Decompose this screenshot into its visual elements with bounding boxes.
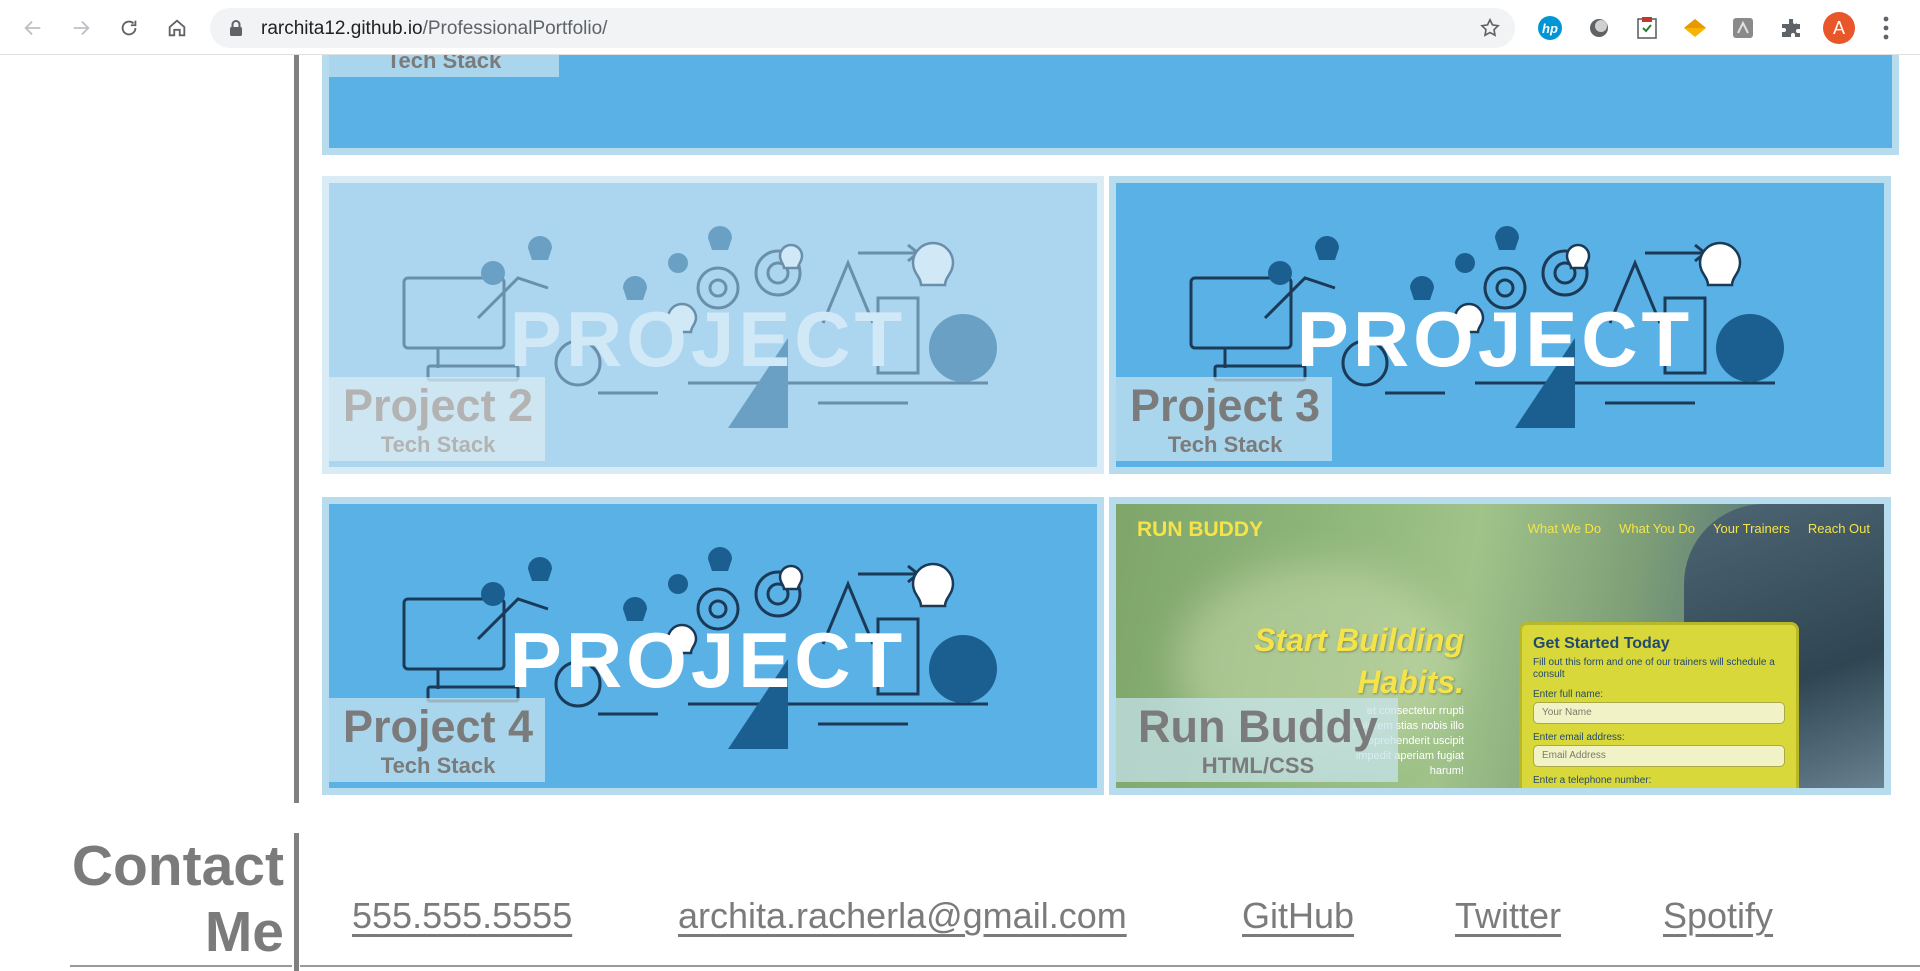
- reload-button[interactable]: [114, 13, 144, 43]
- run-buddy-brand: RUN BUDDY: [1137, 518, 1263, 541]
- project-tech-stack: Tech Stack: [1167, 432, 1283, 457]
- run-buddy-nav-item: What We Do: [1527, 521, 1602, 536]
- project-tile-run-buddy[interactable]: RUN BUDDY What We Do What You Do Your Tr…: [1109, 497, 1891, 795]
- url-domain: rarchita12.github.io: [261, 18, 423, 39]
- back-button[interactable]: [18, 13, 48, 43]
- run-buddy-hero: Start Building Habits.: [1254, 619, 1464, 703]
- run-buddy-name-input: Your Name: [1533, 702, 1785, 724]
- project-caption: Project 4 Tech Stack: [329, 698, 546, 782]
- work-section-divider: [294, 55, 299, 803]
- run-buddy-hero-line: Habits.: [1357, 664, 1464, 700]
- run-buddy-nav-item: Reach Out: [1807, 521, 1870, 536]
- project-tech-stack: Tech Stack: [380, 753, 496, 778]
- project-tile-4[interactable]: PROJECT Project 4 Tech Stack: [322, 497, 1104, 795]
- project-tech-stack: Tech Stack: [386, 55, 502, 73]
- contact-heading: Contact Me: [0, 833, 284, 965]
- project-word-art: PROJECT: [1297, 295, 1693, 383]
- project-tile-top-partial[interactable]: Tech Stack: [322, 55, 1899, 155]
- diamond-extension-icon: [1684, 19, 1706, 37]
- project-title: Run Buddy: [1138, 701, 1378, 752]
- puzzle-app-button[interactable]: [1728, 13, 1758, 43]
- run-buddy-nav: What We Do What You Do Your Trainers Rea…: [1528, 521, 1870, 536]
- run-buddy-nav-item: Your Trainers: [1713, 521, 1790, 536]
- contact-spotify-link[interactable]: Spotify: [1663, 895, 1773, 937]
- run-buddy-form-title: Get Started Today: [1533, 635, 1670, 652]
- extensions-button[interactable]: [1776, 13, 1806, 43]
- contact-twitter-link[interactable]: Twitter: [1455, 895, 1561, 937]
- run-buddy-nav-item: What You Do: [1619, 521, 1695, 536]
- project-title: Project 3: [1130, 380, 1321, 431]
- hp-extension-button[interactable]: hp: [1535, 13, 1565, 43]
- browser-toolbar: rarchita12.github.io/ProfessionalPortfol…: [0, 0, 1920, 55]
- run-buddy-email-label: Enter email address:: [1533, 732, 1625, 743]
- project-caption: Project 2 Tech Stack: [329, 377, 546, 461]
- arrow-left-icon: [24, 20, 41, 36]
- svg-text:hp: hp: [1542, 21, 1558, 36]
- contact-heading-line: Contact: [71, 834, 284, 898]
- forward-button[interactable]: [66, 13, 96, 43]
- project-tech-stack: Tech Stack: [380, 432, 496, 457]
- project-caption: Run Buddy HTML/CSS: [1116, 698, 1398, 782]
- bookmark-star-icon[interactable]: [1479, 17, 1501, 39]
- clipboard-extension-button[interactable]: [1632, 13, 1662, 43]
- contact-github-link[interactable]: GitHub: [1242, 895, 1354, 937]
- home-button[interactable]: [162, 13, 192, 43]
- arrow-right-icon: [73, 20, 90, 36]
- contact-heading-line: Me: [204, 900, 284, 964]
- run-buddy-name-label: Enter full name:: [1533, 689, 1604, 700]
- project-tile-3[interactable]: PROJECT Project 3 Tech Stack: [1109, 176, 1891, 474]
- project-tech-stack: HTML/CSS: [1201, 753, 1315, 778]
- hp-icon: hp: [1538, 16, 1562, 40]
- puzzle-app-icon: [1733, 18, 1753, 38]
- url-text: rarchita12.github.io/ProfessionalPortfol…: [261, 18, 607, 40]
- menu-dots-icon[interactable]: [1876, 14, 1896, 42]
- project-word-art: PROJECT: [510, 616, 906, 704]
- footer-divider-right: [300, 965, 1920, 967]
- project-caption: Project 3 Tech Stack: [1116, 377, 1333, 461]
- home-icon: [168, 19, 186, 37]
- reload-icon: [121, 20, 137, 36]
- address-bar[interactable]: rarchita12.github.io/ProfessionalPortfol…: [210, 8, 1515, 48]
- contact-section-divider: [294, 833, 299, 971]
- project-title: Project 2: [343, 380, 534, 431]
- footer-divider-left: [70, 965, 292, 967]
- profile-avatar[interactable]: A: [1823, 12, 1855, 44]
- run-buddy-form-subtitle: Fill out this form and one of our traine…: [1533, 657, 1775, 680]
- diamond-extension-button[interactable]: [1680, 13, 1710, 43]
- lock-icon: [230, 20, 242, 36]
- clipboard-extension-icon: [1637, 17, 1657, 39]
- run-buddy-phone-label: Enter a telephone number:: [1533, 775, 1652, 786]
- contact-phone-link[interactable]: 555.555.5555: [352, 895, 572, 937]
- extensions-icon: [1782, 19, 1800, 37]
- run-buddy-hero-line: Start Building: [1254, 622, 1464, 658]
- project-title: Project 4: [343, 701, 534, 752]
- circle-extension-icon: [1590, 19, 1608, 37]
- contact-email-link[interactable]: archita.racherla@gmail.com: [678, 895, 1127, 937]
- portfolio-page: Tech Stack PROJECT Project 2 Tech Stack …: [0, 55, 1920, 971]
- project-word-art: PROJECT: [510, 295, 906, 383]
- url-path: /ProfessionalPortfolio/: [422, 18, 608, 39]
- run-buddy-email-input: Email Address: [1533, 745, 1785, 767]
- project-caption: Tech Stack: [329, 55, 559, 77]
- circle-extension-button[interactable]: [1584, 13, 1614, 43]
- project-tile-2[interactable]: PROJECT Project 2 Tech Stack: [322, 176, 1104, 474]
- run-buddy-signup-form: Get Started Today Fill out this form and…: [1519, 622, 1799, 788]
